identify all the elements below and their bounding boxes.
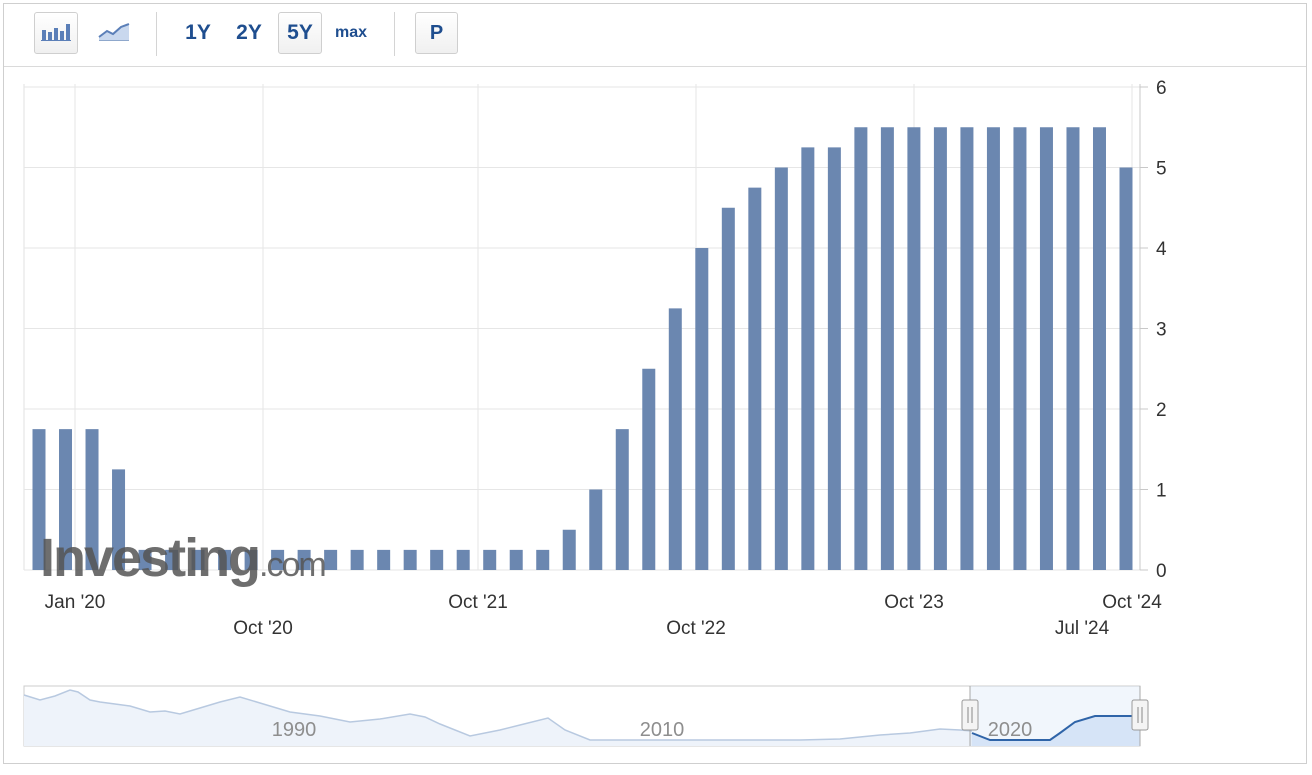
x-tick-label: Oct '22 [666, 618, 726, 639]
y-tick-label: 3 [1156, 320, 1167, 341]
bar[interactable] [960, 127, 974, 570]
bar[interactable] [933, 127, 947, 570]
navigator-year-label: 2020 [988, 719, 1033, 741]
bar[interactable] [536, 549, 550, 571]
watermark-brand: Investing [40, 528, 259, 588]
x-tick-label: Jan '20 [45, 592, 106, 613]
y-tick-label: 2 [1156, 400, 1167, 421]
x-tick-label: Oct '23 [884, 592, 944, 613]
watermark-suffix: .com [259, 546, 325, 584]
bar[interactable] [642, 368, 656, 570]
bar[interactable] [986, 127, 1000, 570]
bar[interactable] [748, 187, 762, 571]
bar[interactable] [774, 167, 788, 571]
bar[interactable] [1119, 167, 1133, 571]
bar[interactable] [1092, 127, 1106, 570]
navigator-year-label: 2010 [640, 719, 685, 741]
bar[interactable] [880, 127, 894, 570]
navigator-year-label: 1990 [272, 719, 317, 741]
y-tick-label: 0 [1156, 561, 1167, 582]
chart-area: 0 1 2 3 4 5 6 Jan '20 Oct '21 Oct '23 Oct '24 Oct '… [0, 0, 1312, 770]
bar[interactable] [668, 308, 682, 571]
bar[interactable] [377, 549, 391, 571]
bar[interactable] [562, 529, 576, 570]
y-tick-label: 6 [1156, 78, 1167, 99]
bar[interactable] [1066, 127, 1080, 570]
bar[interactable] [854, 127, 868, 570]
x-tick-label: Jul '24 [1055, 618, 1110, 639]
y-tick-label: 4 [1156, 239, 1167, 260]
bar[interactable] [695, 248, 709, 570]
bar[interactable] [1039, 127, 1053, 570]
bar[interactable] [801, 147, 815, 571]
bar[interactable] [456, 549, 470, 571]
bar[interactable] [324, 549, 338, 571]
navigator-right-handle[interactable] [1131, 699, 1149, 731]
bar[interactable] [483, 549, 497, 571]
bar-chart: 0 1 2 3 4 5 6 Jan '20 Oct '21 Oct '23 Oct '24 Oct '… [23, 78, 1167, 747]
bar[interactable] [615, 429, 629, 571]
navigator-left-handle[interactable] [961, 699, 979, 731]
bar[interactable] [827, 147, 841, 571]
bar[interactable] [1013, 127, 1027, 570]
bar[interactable] [350, 549, 364, 571]
x-tick-label: Oct '24 [1102, 592, 1162, 613]
x-tick-label: Oct '20 [233, 618, 293, 639]
investing-watermark: Investing.com [40, 528, 325, 588]
bar[interactable] [589, 489, 603, 571]
y-tick-label: 1 [1156, 481, 1167, 502]
bar[interactable] [721, 207, 735, 570]
x-tick-label: Oct '21 [448, 592, 508, 613]
bar[interactable] [509, 549, 523, 571]
y-tick-label: 5 [1156, 159, 1167, 180]
bar[interactable] [907, 127, 921, 570]
bar[interactable] [403, 549, 417, 571]
bar[interactable] [430, 549, 444, 571]
